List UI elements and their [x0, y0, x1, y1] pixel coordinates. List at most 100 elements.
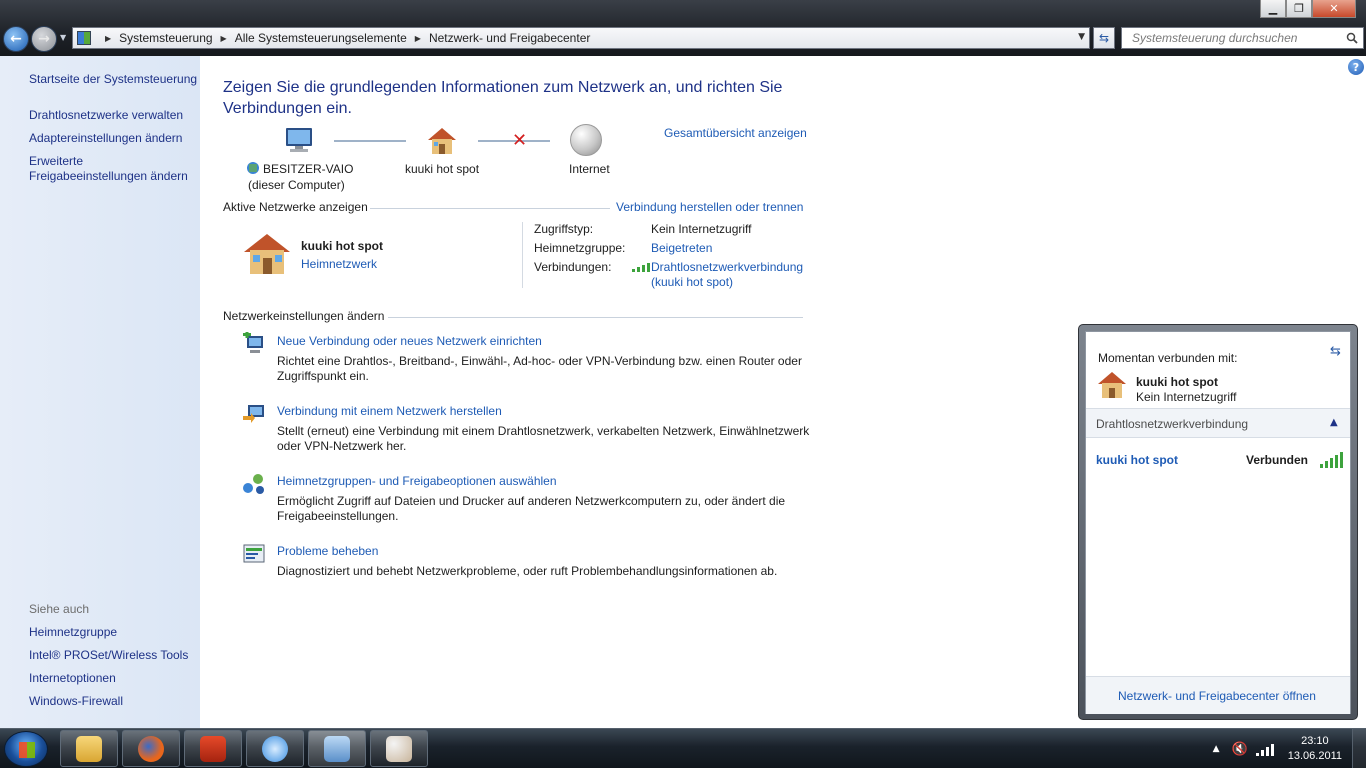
- new-connection-icon: [243, 332, 263, 353]
- connections-label: Verbindungen:: [534, 260, 612, 274]
- computer-sub: (dieser Computer): [248, 178, 345, 192]
- address-bar[interactable]: ▶ Systemsteuerung ▶ Alle Systemsteuerung…: [72, 27, 1090, 49]
- breadcrumb-control-panel[interactable]: Systemsteuerung: [119, 31, 212, 45]
- task-connect-network-desc: oder VPN-Netzwerk her.: [277, 439, 407, 453]
- sidebar: Startseite der Systemsteuerung Drahtlosn…: [0, 56, 200, 728]
- divider: [388, 317, 803, 318]
- connection-link[interactable]: Drahtlosnetzwerkverbindung: [651, 260, 803, 274]
- homegroup-options-icon: [243, 474, 264, 494]
- divider: [522, 222, 523, 288]
- paint-icon: [386, 735, 412, 762]
- wifi-network-link[interactable]: kuuki hot spot: [1096, 453, 1178, 467]
- volume-muted-icon[interactable]: 🔇: [1232, 742, 1248, 757]
- task-connect-network-link[interactable]: Verbindung mit einem Netzwerk herstellen: [277, 404, 502, 418]
- connection-line: [334, 140, 406, 142]
- chevron-up-icon[interactable]: ▲: [1330, 417, 1338, 428]
- full-map-link[interactable]: Gesamtübersicht anzeigen: [664, 126, 807, 140]
- sidebar-link-manage-wireless[interactable]: Drahtlosnetzwerke verwalten: [29, 108, 183, 123]
- back-button[interactable]: ←: [3, 26, 29, 52]
- connect-network-icon: [243, 405, 264, 423]
- task-troubleshoot-link[interactable]: Probleme beheben: [277, 544, 378, 558]
- filezilla-icon: [200, 735, 226, 762]
- chevron-right-icon[interactable]: ▶: [221, 34, 227, 43]
- sidebar-link-intel-proset[interactable]: Intel® PROSet/Wireless Tools: [29, 648, 188, 663]
- recent-pages-dropdown[interactable]: ▼: [60, 33, 66, 42]
- home-network-icon[interactable]: [242, 232, 292, 276]
- house-icon[interactable]: [426, 126, 458, 156]
- refresh-button[interactable]: ⇆: [1093, 27, 1115, 49]
- taskbar-paint-button[interactable]: [370, 730, 428, 767]
- chevron-right-icon[interactable]: ▶: [415, 34, 421, 43]
- task-homegroup-options-desc: Freigabeeinstellungen.: [277, 509, 399, 523]
- task-homegroup-options-desc: Ermöglicht Zugriff auf Dateien und Druck…: [277, 494, 786, 508]
- network-type-link[interactable]: Heimnetzwerk: [301, 257, 377, 271]
- arrow-right-icon: →: [38, 31, 50, 47]
- taskbar-control-panel-button[interactable]: [308, 730, 366, 767]
- clock[interactable]: 23:10 13.06.2011: [1288, 734, 1342, 764]
- chevron-down-icon[interactable]: ▼: [1078, 32, 1085, 42]
- access-type-value: Kein Internetzugriff: [651, 222, 752, 236]
- chevron-up-icon[interactable]: ▲: [1213, 744, 1220, 754]
- taskbar-explorer-button[interactable]: [60, 730, 118, 767]
- arrow-left-icon: ←: [10, 31, 22, 47]
- refresh-icon[interactable]: ⇆: [1330, 344, 1341, 359]
- clock-date: 13.06.2011: [1287, 750, 1342, 762]
- network-adapter-icon: [246, 161, 260, 175]
- chevron-right-icon[interactable]: ▶: [105, 34, 111, 43]
- flyout-footer: Netzwerk- und Freigabecenter öffnen: [1086, 676, 1350, 714]
- minimize-button[interactable]: ▁: [1260, 0, 1286, 18]
- connection-link-sub[interactable]: (kuuki hot spot): [651, 275, 733, 289]
- open-network-center-link[interactable]: Netzwerk- und Freigabecenter öffnen: [1118, 689, 1316, 703]
- access-type-label: Zugriffstyp:: [534, 222, 594, 236]
- network-flyout: Momentan verbunden mit: ⇆ kuuki hot spot…: [1078, 324, 1358, 720]
- error-x-icon[interactable]: ✕: [512, 132, 527, 150]
- task-new-connection-link[interactable]: Neue Verbindung oder neues Netzwerk einr…: [277, 334, 542, 348]
- connect-disconnect-link[interactable]: Verbindung herstellen oder trennen: [616, 200, 803, 214]
- taskbar-itunes-button[interactable]: [246, 730, 304, 767]
- itunes-icon: [262, 735, 288, 762]
- sidebar-link-homegroup[interactable]: Heimnetzgruppe: [29, 625, 117, 640]
- show-desktop-button[interactable]: [1352, 729, 1366, 768]
- flyout-section-header[interactable]: Drahtlosnetzwerkverbindung ▲: [1086, 408, 1350, 438]
- sidebar-link-control-panel-home[interactable]: Startseite der Systemsteuerung: [29, 72, 197, 87]
- wifi-connected-status: Verbunden: [1246, 453, 1309, 467]
- flyout-network-status: Kein Internetzugriff: [1136, 390, 1237, 404]
- search-icon[interactable]: [1346, 32, 1358, 44]
- window-titlebar: ▁ ❐ ✕ ← → ▼ ▶ Systemsteuerung ▶ Alle Sys…: [0, 0, 1366, 56]
- wifi-signal-icon: [632, 262, 650, 272]
- task-connect-network-desc: Stellt (erneut) eine Verbindung mit eine…: [277, 424, 810, 438]
- sidebar-link-adapter-settings[interactable]: Adaptereinstellungen ändern: [29, 131, 182, 146]
- close-button[interactable]: ✕: [1312, 0, 1356, 18]
- breadcrumb-network-center[interactable]: Netzwerk- und Freigabecenter: [429, 31, 590, 45]
- task-homegroup-options-link[interactable]: Heimnetzgruppen- und Freigabeoptionen au…: [277, 474, 557, 488]
- refresh-icon: ⇆: [1098, 31, 1110, 45]
- search-placeholder: Systemsteuerung durchsuchen: [1132, 31, 1298, 45]
- troubleshoot-icon: [243, 544, 265, 563]
- flyout-network-name: kuuki hot spot: [1136, 375, 1218, 389]
- control-panel-icon: [324, 735, 350, 762]
- maximize-button[interactable]: ❐: [1286, 0, 1312, 18]
- network-tray-icon[interactable]: [1255, 742, 1274, 756]
- sidebar-link-windows-firewall[interactable]: Windows-Firewall: [29, 694, 123, 709]
- firefox-icon: [138, 735, 164, 762]
- sidebar-link-internet-options[interactable]: Internetoptionen: [29, 671, 116, 686]
- globe-icon[interactable]: [570, 124, 602, 156]
- clock-time: 23:10: [1301, 735, 1329, 747]
- breadcrumb-all-items[interactable]: Alle Systemsteuerungselemente: [235, 31, 407, 45]
- homegroup-label: Heimnetzgruppe:: [534, 241, 626, 255]
- search-input[interactable]: Systemsteuerung durchsuchen: [1121, 27, 1364, 49]
- taskbar-filezilla-button[interactable]: [184, 730, 242, 767]
- help-icon[interactable]: ?: [1348, 59, 1364, 75]
- homegroup-link[interactable]: Beigetreten: [651, 241, 712, 255]
- start-button[interactable]: [4, 731, 48, 767]
- connected-to-label: Momentan verbunden mit:: [1098, 351, 1238, 365]
- control-panel-icon: [77, 31, 91, 45]
- active-network-name: kuuki hot spot: [301, 239, 383, 253]
- folder-icon: [76, 735, 102, 762]
- computer-icon[interactable]: [284, 127, 314, 153]
- task-new-connection-desc: Zugriffspunkt ein.: [277, 369, 369, 383]
- taskbar: ▲ 🔇 23:10 13.06.2011: [0, 728, 1366, 768]
- sidebar-link-advanced-sharing[interactable]: Erweiterte Freigabeeinstellungen ändern: [29, 154, 188, 184]
- taskbar-firefox-button[interactable]: [122, 730, 180, 767]
- forward-button[interactable]: →: [31, 26, 57, 52]
